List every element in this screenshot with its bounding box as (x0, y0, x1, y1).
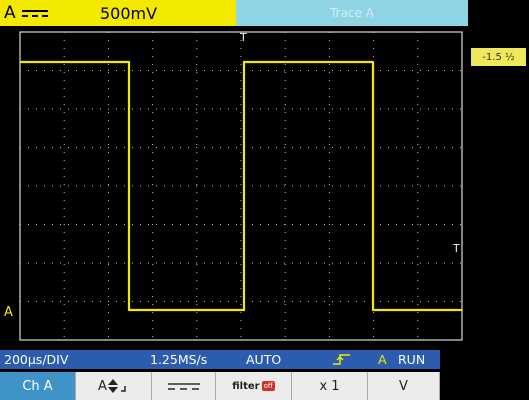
top-bar: A 500mV Trace A (0, 0, 468, 26)
waveform-display: T T A (0, 26, 468, 350)
trace-info-tab[interactable]: Trace A (236, 0, 468, 26)
trigger-mode-readout[interactable]: AUTO (246, 352, 281, 367)
channel-scale: 500mV (100, 3, 158, 23)
rising-edge-icon (333, 354, 350, 365)
oscilloscope-screen: A 500mV Trace A T T A -1.5 ½ 200µs/DIV 1… (0, 0, 529, 400)
channel-softkey-label: Ch A (22, 378, 53, 394)
mode-softkey-label: V (399, 378, 408, 394)
probe-softkey[interactable]: x 1 (292, 372, 368, 400)
position-softkey-label: A (98, 378, 107, 394)
trace-info-label: Trace A (330, 6, 374, 20)
channel-label: A (4, 3, 16, 23)
graticule-border (19, 31, 463, 341)
status-bar: 200µs/DIV 1.25MS/s AUTO A RUN (0, 350, 440, 369)
channel-ground-marker[interactable]: A (4, 305, 13, 320)
filter-softkey-label: filter (232, 380, 260, 392)
trigger-level-tag[interactable]: -1.5 ½ (471, 48, 526, 66)
sample-rate-readout: 1.25MS/s (150, 352, 208, 367)
trigger-level-marker: T (452, 242, 460, 255)
trigger-level-value: -1.5 ½ (482, 51, 515, 63)
waveform-svg: T T A (4, 31, 463, 341)
filter-state-badge: off (261, 381, 275, 391)
run-state-readout[interactable]: RUN (398, 352, 425, 367)
timebase-readout[interactable]: 200µs/DIV (4, 352, 68, 367)
channel-info[interactable]: A 500mV (0, 0, 236, 26)
trigger-source-readout: A (378, 352, 387, 367)
mode-softkey[interactable]: V (368, 372, 440, 400)
coupling-softkey[interactable] (152, 372, 216, 400)
dc-coupling-icon (167, 383, 200, 390)
softkey-bar: Ch A A filter off x 1 V (0, 372, 440, 400)
trigger-position-marker: T (239, 31, 247, 44)
right-panel: -1.5 ½ (468, 26, 529, 350)
dc-coupling-icon (22, 10, 48, 17)
channel-softkey[interactable]: Ch A (0, 372, 76, 400)
probe-softkey-label: x 1 (319, 378, 340, 394)
up-down-arrows-icon (107, 379, 126, 393)
filter-softkey[interactable]: filter off (216, 372, 292, 400)
graticule (19, 31, 463, 341)
position-softkey[interactable]: A (76, 372, 152, 400)
